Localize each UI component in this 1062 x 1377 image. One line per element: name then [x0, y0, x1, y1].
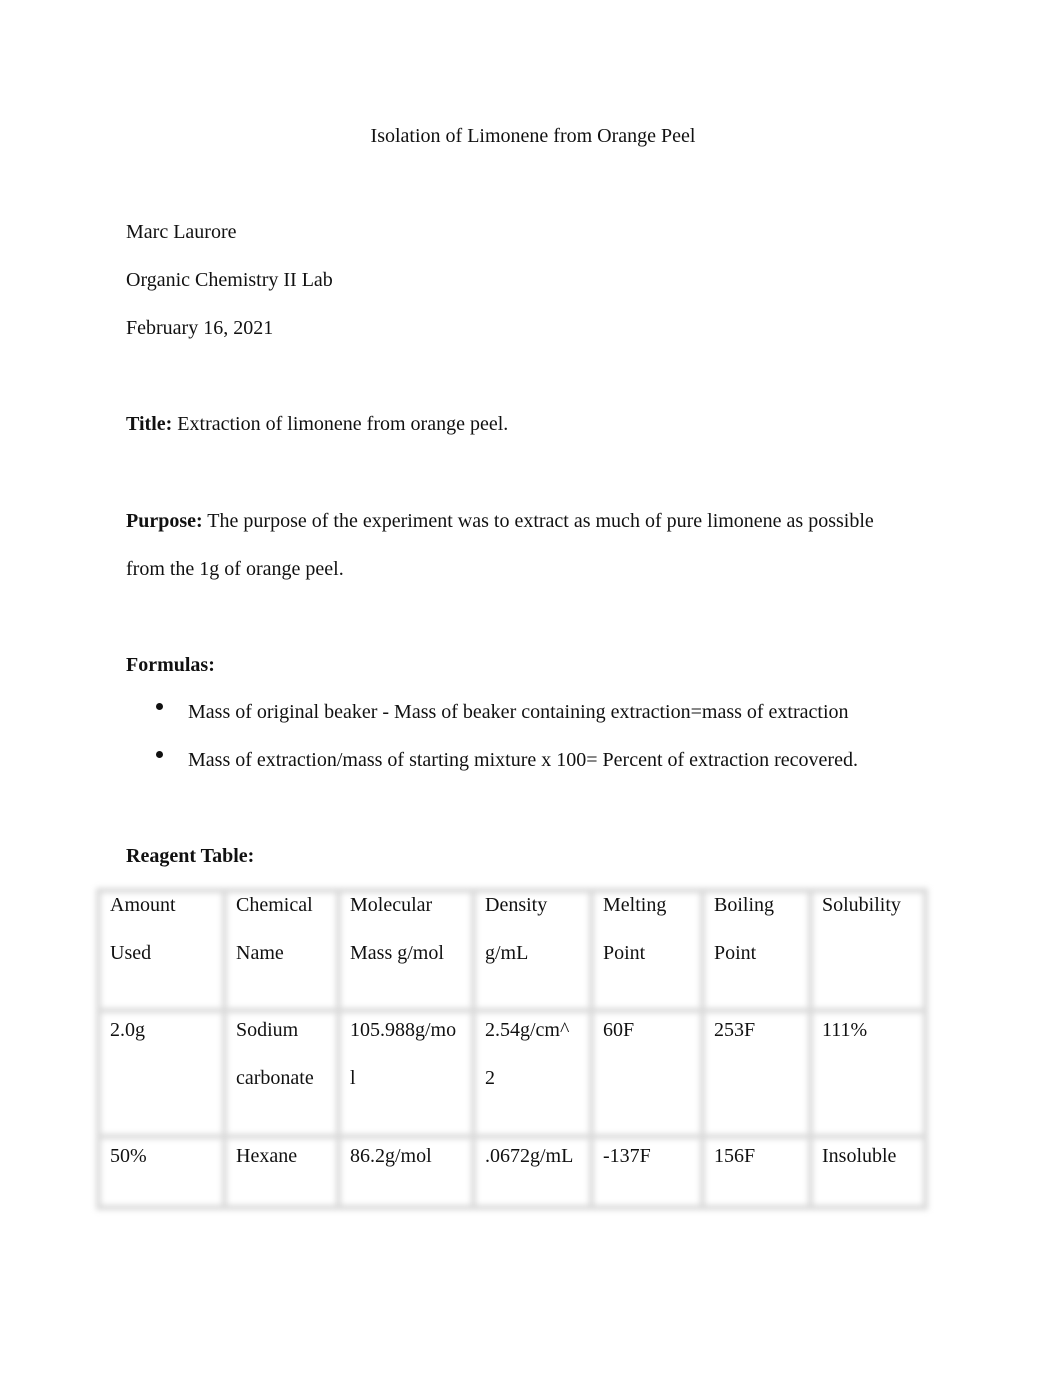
author-name: Marc Laurore: [126, 221, 237, 243]
header-line: Point: [603, 942, 646, 964]
formula-item: Mass of original beaker - Mass of beaker…: [188, 701, 849, 723]
table-cell: 60F: [603, 1006, 634, 1054]
cell-line: carbonate: [236, 1067, 314, 1089]
purpose-section: Purpose: The purpose of the experiment w…: [126, 511, 874, 531]
cell-line: Sodium: [236, 1019, 299, 1041]
cell-line: 2.54g/cm^: [485, 1019, 570, 1041]
table-cell: 50%: [110, 1132, 147, 1180]
cell-line: 156F: [714, 1145, 756, 1167]
header-line: Molecular: [350, 894, 433, 916]
header-line: Used: [110, 942, 152, 964]
header-line: Boiling: [714, 894, 775, 916]
formula-item: Mass of extraction/mass of starting mixt…: [188, 749, 858, 771]
table-cell: .0672g/mL: [485, 1132, 573, 1180]
table-cell: Sodium carbonate: [236, 1006, 314, 1102]
table-header-cell: Boiling Point: [714, 881, 774, 977]
document-date: February 16, 2021: [126, 317, 274, 339]
header-line: Solubility: [822, 894, 901, 916]
cell-line: l: [350, 1067, 356, 1089]
header-line: Name: [236, 942, 284, 964]
title-label: Title:: [126, 413, 173, 435]
document-title: Isolation of Limonene from Orange Peel: [370, 125, 696, 147]
header-line: Melting: [603, 894, 667, 916]
header-line: Mass g/mol: [350, 942, 444, 964]
cell-line: 2.0g: [110, 1019, 145, 1041]
header-line: Chemical: [236, 894, 313, 916]
title-text: Extraction of limonene from orange peel.: [172, 413, 509, 435]
cell-line: 111%: [822, 1019, 868, 1041]
cell-line: Insoluble: [822, 1145, 897, 1167]
purpose-text-continued: from the 1g of orange peel.: [126, 558, 344, 580]
purpose-text: The purpose of the experiment was to ext…: [202, 510, 874, 532]
cell-line: 86.2g/mol: [350, 1145, 432, 1167]
table-cell: 105.988g/mo l: [350, 1006, 456, 1102]
table-header-cell: Molecular Mass g/mol: [350, 881, 444, 977]
cell-line: -137F: [603, 1145, 651, 1167]
cell-line: 60F: [603, 1019, 635, 1041]
table-cell: 156F: [714, 1132, 755, 1180]
cell-line: .0672g/mL: [485, 1145, 574, 1167]
header-line: Amount: [110, 894, 176, 916]
header-line: g/mL: [485, 942, 529, 964]
table-cell: 2.54g/cm^ 2: [485, 1006, 569, 1102]
cell-line: 105.988g/mo: [350, 1019, 457, 1041]
cell-line: Hexane: [236, 1145, 298, 1167]
table-cell: 111%: [822, 1006, 867, 1054]
table-cell: 2.0g: [110, 1006, 145, 1054]
table-cell: 253F: [714, 1006, 755, 1054]
course-name: Organic Chemistry II Lab: [126, 269, 333, 291]
table-header-cell: Solubility: [822, 881, 901, 929]
table-cell: Hexane: [236, 1132, 297, 1180]
formulas-label: Formulas:: [126, 654, 215, 676]
title-section: Title: Extraction of limonene from orang…: [126, 414, 508, 434]
reagent-table-label: Reagent Table:: [126, 845, 255, 867]
table-cell: Insoluble: [822, 1132, 896, 1180]
table-header-cell: Density g/mL: [485, 881, 547, 977]
table-cell: 86.2g/mol: [350, 1132, 432, 1180]
bullet-icon: [156, 703, 163, 710]
table-cell: -137F: [603, 1132, 651, 1180]
cell-line: 253F: [714, 1019, 756, 1041]
header-line: Point: [714, 942, 757, 964]
table-header-cell: Melting Point: [603, 881, 666, 977]
cell-line: 50%: [110, 1145, 147, 1167]
bullet-icon: [156, 751, 163, 758]
table-header-cell: Chemical Name: [236, 881, 313, 977]
header-line: Density: [485, 894, 548, 916]
purpose-label: Purpose:: [126, 510, 203, 532]
table-header-cell: Amount Used: [110, 881, 176, 977]
cell-line: 2: [485, 1067, 495, 1089]
document-page: Isolation of Limonene from Orange Peel M…: [0, 0, 1062, 1377]
